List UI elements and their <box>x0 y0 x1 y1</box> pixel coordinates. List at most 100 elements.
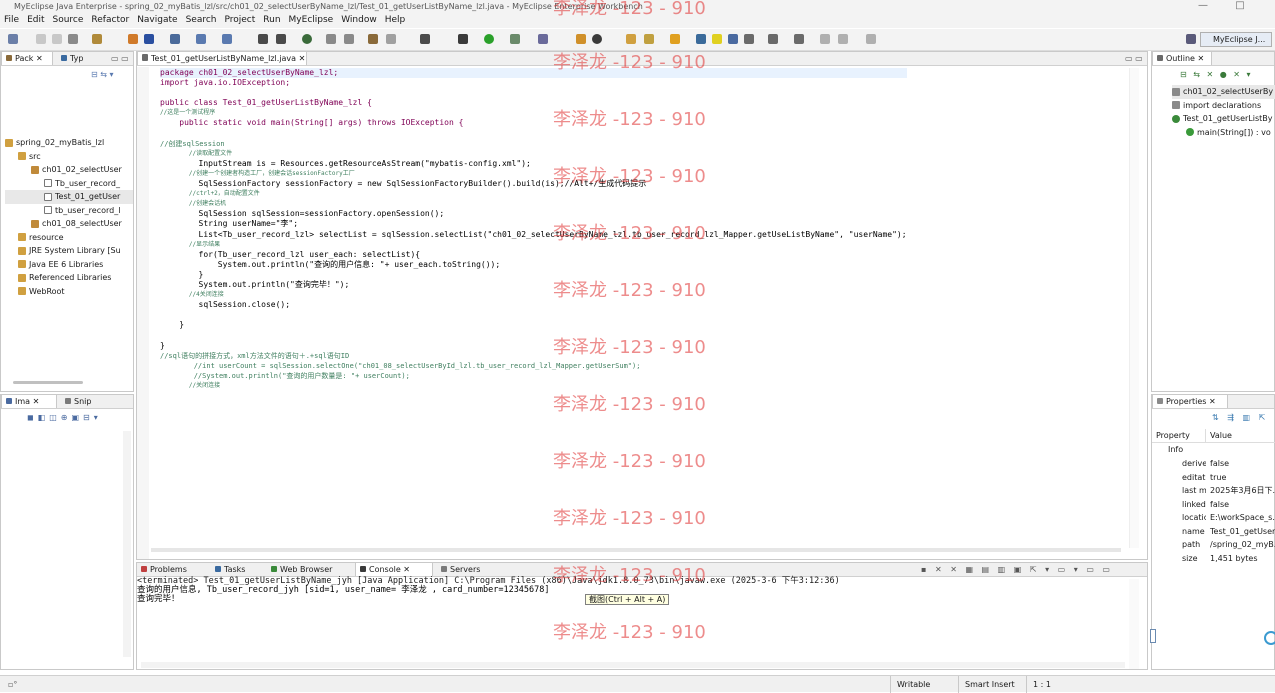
tab-package-explorer[interactable]: Pack ✕ <box>1 52 53 65</box>
menu-refactor[interactable]: Refactor <box>87 13 133 28</box>
minimize-button[interactable]: — <box>1188 0 1218 13</box>
save-all-icon[interactable] <box>52 34 62 44</box>
maximize-button[interactable]: □ <box>1225 0 1255 13</box>
tab-tasks[interactable]: Tasks <box>211 563 249 576</box>
wizard2-icon[interactable] <box>222 34 232 44</box>
property-row[interactable]: size 1,451 bytes <box>1152 552 1275 566</box>
run-icon[interactable] <box>484 34 494 44</box>
outline-item[interactable]: Test_01_getUserListBy <box>1172 112 1275 126</box>
globe-icon[interactable] <box>302 34 312 44</box>
menu-help[interactable]: Help <box>381 13 410 28</box>
window-icon[interactable] <box>420 34 430 44</box>
assistant-bubble-icon[interactable] <box>1264 631 1275 645</box>
open-type-icon[interactable] <box>626 34 636 44</box>
menu-edit[interactable]: Edit <box>23 13 48 28</box>
tab-image[interactable]: Ima ✕ <box>1 395 57 408</box>
last-edit-icon[interactable] <box>820 34 830 44</box>
tree-item[interactable]: Test_01_getUser <box>5 190 133 204</box>
sash-handle[interactable] <box>1150 629 1156 643</box>
next-annotation-icon[interactable] <box>768 34 778 44</box>
back-icon[interactable] <box>838 34 848 44</box>
vertical-scrollbar[interactable] <box>123 431 131 657</box>
console-hscrollbar[interactable] <box>141 662 1125 668</box>
outline-item[interactable]: import declarations <box>1172 99 1275 113</box>
menu-search[interactable]: Search <box>182 13 221 28</box>
deploy-icon[interactable] <box>128 34 138 44</box>
tree-item[interactable]: Java EE 6 Libraries <box>5 258 133 272</box>
console-scrollbar[interactable] <box>1129 579 1139 669</box>
tab-web-browser[interactable]: Web Browser <box>267 563 336 576</box>
property-row[interactable]: editat true <box>1152 471 1275 485</box>
tab-servers[interactable]: Servers <box>437 563 484 576</box>
search-icon[interactable] <box>386 34 396 44</box>
coverage-icon[interactable] <box>510 34 520 44</box>
property-row[interactable]: last m 2025年3月6日下... <box>1152 484 1275 498</box>
editor-minmax-button[interactable]: ▭ ▭ <box>1121 52 1147 65</box>
tree-item[interactable]: ch01_08_selectUser <box>5 217 133 231</box>
web-icon[interactable] <box>170 34 180 44</box>
outline-item[interactable]: ch01_02_selectUserBy <box>1172 85 1275 99</box>
build-icon[interactable] <box>576 34 586 44</box>
package-explorer-icon[interactable] <box>670 34 680 44</box>
tree-item[interactable]: JRE System Library [Su <box>5 244 133 258</box>
menu-run[interactable]: Run <box>259 13 284 28</box>
code-area[interactable]: package ch01_02_selectUserByName_lzl; imp… <box>160 68 907 391</box>
property-row[interactable]: name Test_01_getUser... <box>1152 525 1275 539</box>
tree-item[interactable]: src <box>5 150 133 164</box>
editor-scrollbar[interactable] <box>1129 68 1139 548</box>
tab-outline[interactable]: Outline ✕ <box>1152 52 1212 65</box>
external-tools-icon[interactable] <box>538 34 548 44</box>
minimize-panel-button[interactable]: ▭ ▭ <box>107 52 133 65</box>
horizontal-scrollbar[interactable] <box>13 381 83 384</box>
property-row[interactable]: locatic E:\workSpace_s... <box>1152 511 1275 525</box>
refresh-icon[interactable] <box>592 34 602 44</box>
menu-project[interactable]: Project <box>220 13 259 28</box>
menu-myeclipse[interactable]: MyEclipse <box>285 13 338 28</box>
property-row[interactable]: linked false <box>1152 498 1275 512</box>
property-row[interactable]: path/spring_02_myB... <box>1152 538 1275 552</box>
tree-item[interactable]: tb_user_record_l <box>5 204 133 218</box>
package-icon[interactable] <box>92 34 102 44</box>
menu-file[interactable]: File <box>0 13 23 28</box>
menu-source[interactable]: Source <box>49 13 88 28</box>
server-icon[interactable] <box>144 34 154 44</box>
annotation-icon[interactable] <box>696 34 706 44</box>
tool-icon[interactable] <box>258 34 268 44</box>
tree-item[interactable]: ch01_02_selectUser <box>5 163 133 177</box>
menu-navigate[interactable]: Navigate <box>133 13 181 28</box>
tab-editor-file[interactable]: Test_01_getUserListByName_lzl.java ✕ <box>137 52 307 65</box>
tab-console[interactable]: Console ✕ <box>355 563 433 576</box>
tree-item[interactable]: Tb_user_record_ <box>5 177 133 191</box>
editor-hscrollbar[interactable] <box>151 548 1121 552</box>
outline-item[interactable]: main(String[]) : vo <box>1172 126 1275 140</box>
property-group-info[interactable]: Info <box>1152 443 1275 457</box>
pilcrow-icon[interactable] <box>744 34 754 44</box>
perspective-switch[interactable]: MyEclipse J... <box>1200 32 1272 47</box>
prev-annotation-icon[interactable] <box>794 34 804 44</box>
task-icon[interactable] <box>368 34 378 44</box>
tab-properties[interactable]: Properties ✕ <box>1152 395 1228 408</box>
tree-item[interactable]: spring_02_myBatis_lzl <box>5 136 133 150</box>
debug-icon[interactable] <box>458 34 468 44</box>
new-icon[interactable] <box>8 34 18 44</box>
menu-window[interactable]: Window <box>337 13 381 28</box>
open-perspective-icon[interactable] <box>1186 34 1196 44</box>
tree-item[interactable]: WebRoot <box>5 285 133 299</box>
open-icon[interactable] <box>326 34 336 44</box>
print-icon[interactable] <box>68 34 78 44</box>
tab-type-hierarchy[interactable]: Typ <box>57 52 87 65</box>
tool2-icon[interactable] <box>276 34 286 44</box>
tab-snippets[interactable]: Snip <box>61 395 95 408</box>
toggle-icon[interactable] <box>728 34 738 44</box>
tab-problems[interactable]: Problems <box>137 563 191 576</box>
save-icon[interactable] <box>36 34 46 44</box>
mark-icon[interactable] <box>712 34 722 44</box>
tree-item[interactable]: Referenced Libraries <box>5 271 133 285</box>
console-output[interactable]: <terminated> Test_01_getUserListByName_j… <box>137 577 840 604</box>
property-row[interactable]: derive false <box>1152 457 1275 471</box>
wizard-icon[interactable] <box>196 34 206 44</box>
open-task-icon[interactable] <box>644 34 654 44</box>
open2-icon[interactable] <box>344 34 354 44</box>
tree-item[interactable]: resource <box>5 231 133 245</box>
forward-icon[interactable] <box>866 34 876 44</box>
